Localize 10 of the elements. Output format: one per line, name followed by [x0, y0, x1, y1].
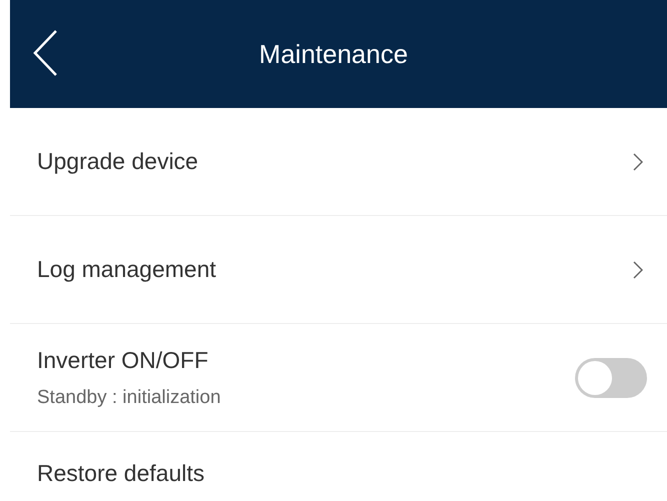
- item-label[interactable]: Inverter ON/OFF: [37, 343, 575, 378]
- chevron-right-icon: [633, 260, 643, 278]
- chevron-right-icon: [633, 152, 643, 170]
- item-label[interactable]: Log management: [37, 252, 633, 287]
- item-label[interactable]: Upgrade device: [37, 144, 633, 179]
- back-icon[interactable]: [32, 29, 58, 77]
- status-text: Standby : initialization: [37, 386, 222, 410]
- screen-title: Maintenance: [259, 38, 408, 70]
- item-label[interactable]: Restore defaults: [37, 456, 667, 490]
- toggle-switch[interactable]: [575, 358, 647, 398]
